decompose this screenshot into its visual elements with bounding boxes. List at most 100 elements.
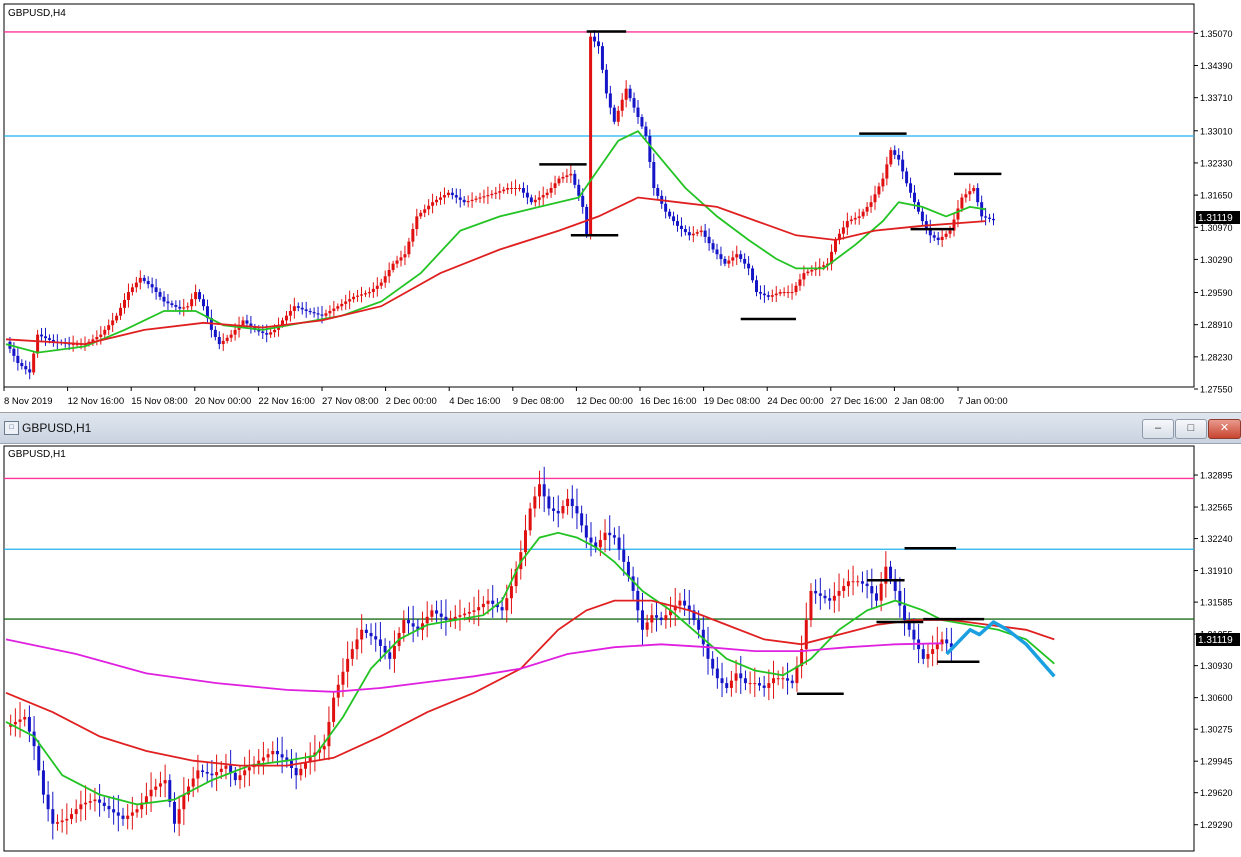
h1-candle-body xyxy=(149,789,153,797)
h4-y-tick-label: 1.29590 xyxy=(1200,288,1233,298)
h1-candle-body xyxy=(126,815,130,819)
h4-candle-body xyxy=(664,203,668,212)
h1-candle-body xyxy=(74,809,78,815)
close-button[interactable]: ✕ xyxy=(1208,419,1241,439)
h4-candle-body xyxy=(719,254,723,259)
h1-candle-body xyxy=(243,770,247,776)
h4-x-tick-label: 8 Nov 2019 xyxy=(4,396,53,407)
h4-chart[interactable]: GBPUSD,H4 1.35070 1.34390 1.33710 1.33010 1.… xyxy=(0,0,1241,412)
h4-candle-body xyxy=(265,333,269,335)
h1-candle-body xyxy=(177,809,181,824)
h4-candle-body xyxy=(427,205,431,210)
h1-candle-body xyxy=(664,615,668,621)
h1-candle-body xyxy=(500,607,504,611)
h4-candle-body xyxy=(344,301,348,304)
h4-candle-body xyxy=(806,271,810,274)
h1-chart-panel[interactable]: GBPUSD,H1 1.32895 1.32565 1.32240 1.31910 1.… xyxy=(0,444,1241,852)
h4-candle-body xyxy=(600,46,604,70)
h1-candle-body xyxy=(655,615,659,618)
h1-candle-body xyxy=(828,598,832,601)
h4-candle-body xyxy=(743,258,747,264)
h1-candle-body xyxy=(191,778,195,787)
h4-candle-body xyxy=(194,292,198,300)
h4-candle-body xyxy=(514,188,518,190)
h1-candle-body xyxy=(509,586,513,599)
h4-candle-body xyxy=(798,279,802,286)
h4-candle-body xyxy=(683,228,687,233)
h1-candle-body xyxy=(486,600,490,604)
maximize-button[interactable]: □ xyxy=(1175,419,1207,439)
h4-candle-body xyxy=(948,230,952,234)
h4-candle-body xyxy=(940,236,944,241)
h4-candle-body xyxy=(581,195,585,207)
h4-candle-body xyxy=(154,287,158,293)
h4-candle-body xyxy=(861,211,865,217)
minimize-button[interactable]: – xyxy=(1142,419,1174,439)
h4-candle-body xyxy=(126,292,130,300)
h4-x-tick-label: 12 Nov 16:00 xyxy=(68,396,125,407)
h4-candle-body xyxy=(964,194,968,198)
h1-candle-body xyxy=(608,532,612,536)
h1-candle-body xyxy=(753,683,757,685)
h4-price-tag: 1.31119 xyxy=(1198,213,1233,224)
h4-candle-body xyxy=(778,292,782,294)
h4-candle-body xyxy=(932,235,936,238)
h4-candle-body xyxy=(20,362,24,367)
h4-candle-body xyxy=(415,216,419,229)
h4-candle-body xyxy=(332,308,336,311)
h1-candle-body xyxy=(580,513,584,526)
h1-candle-body xyxy=(215,772,219,776)
h4-candle-body xyxy=(525,192,529,198)
h4-x-tick-label: 19 Dec 08:00 xyxy=(704,396,761,407)
h1-y-tick-label: 1.31910 xyxy=(1200,566,1233,576)
h1-y-tick-label: 1.29620 xyxy=(1200,788,1233,798)
h4-candle-body xyxy=(95,336,99,340)
h4-candle-body xyxy=(960,197,964,209)
h4-candle-body xyxy=(44,336,47,339)
h1-candle-body xyxy=(851,581,855,583)
h4-candle-body xyxy=(944,233,948,237)
h1-candle-body xyxy=(27,717,31,732)
h1-candle-body xyxy=(360,629,364,640)
h1-candle-body xyxy=(453,616,457,619)
h4-candle-body xyxy=(502,189,506,192)
h1-chart[interactable]: GBPUSD,H1 1.32895 1.32565 1.32240 1.31910 1.… xyxy=(0,444,1241,852)
h4-candle-body xyxy=(146,281,150,285)
h1-candle-body xyxy=(711,658,715,669)
h1-candle-body xyxy=(46,794,50,810)
h1-candle-body xyxy=(786,678,790,681)
h4-y-tick-label: 1.33710 xyxy=(1200,93,1233,103)
h4-y-tick-label: 1.32330 xyxy=(1200,158,1233,168)
h1-candle-body xyxy=(523,530,527,553)
h1-candle-body xyxy=(645,622,649,630)
h4-chart-panel[interactable]: GBPUSD,H4 1.35070 1.34390 1.33710 1.33010 1.… xyxy=(0,0,1241,413)
h4-candle-body xyxy=(213,329,217,337)
h1-candle-body xyxy=(931,649,935,654)
h1-candle-body xyxy=(790,680,794,684)
h4-candle-body xyxy=(549,188,553,193)
h4-x-tick-label: 7 Jan 00:00 xyxy=(958,396,1008,407)
h4-candle-body xyxy=(217,336,221,345)
h4-candle-body xyxy=(608,93,612,108)
h4-candle-body xyxy=(486,195,490,197)
h1-candle-body xyxy=(467,611,471,614)
h1-candle-body xyxy=(837,590,841,596)
h4-candle-body xyxy=(758,292,762,294)
h4-candle-body xyxy=(36,334,40,354)
h4-y-tick-label: 1.31650 xyxy=(1200,191,1233,201)
h4-candle-body xyxy=(419,212,423,217)
h1-candle-body xyxy=(767,683,771,688)
h1-candle-body xyxy=(631,576,635,591)
h1-candle-body xyxy=(378,639,382,646)
h1-candle-body xyxy=(51,809,55,824)
h1-candle-body xyxy=(163,780,167,784)
h1-window-titlebar[interactable]: □ GBPUSD,H1 – □ ✕ xyxy=(0,413,1241,444)
h1-candle-body xyxy=(832,595,836,601)
h1-candle-body xyxy=(552,508,556,511)
h1-candle-body xyxy=(266,754,270,758)
h1-candle-body xyxy=(350,649,354,659)
h4-candle-body xyxy=(316,313,320,315)
h4-x-tick-label: 4 Dec 16:00 xyxy=(449,396,500,407)
h4-candle-body xyxy=(731,257,735,261)
h1-candle-body xyxy=(776,678,780,680)
